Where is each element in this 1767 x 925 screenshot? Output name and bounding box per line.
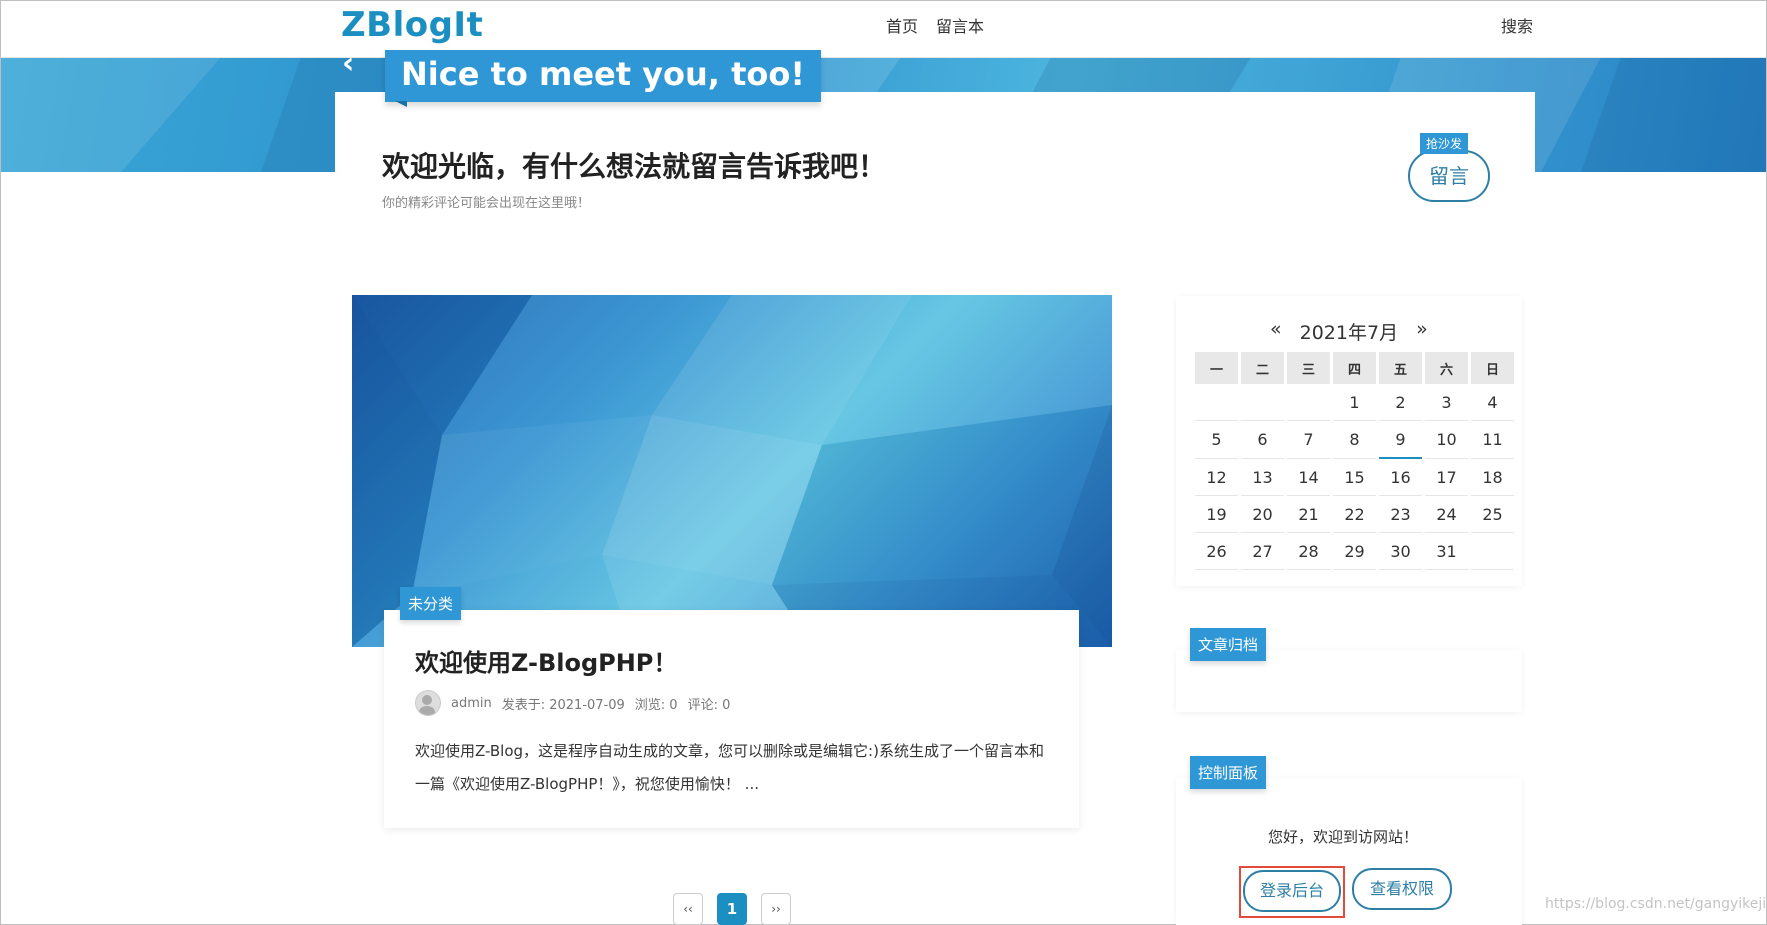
pagination: ‹‹ 1 ›› xyxy=(673,893,791,925)
author-avatar xyxy=(415,690,441,716)
site-logo[interactable]: ZBlogIt xyxy=(341,5,483,45)
post-title[interactable]: 欢迎使用Z-BlogPHP！ xyxy=(415,643,677,678)
calendar-day: 18 xyxy=(1471,459,1514,496)
calendar-prev-month[interactable]: « xyxy=(1270,318,1282,345)
archive-widget-title: 文章归档 xyxy=(1190,628,1267,661)
calendar-grid: 一 二 三 四 五 六 日 1 2 3 4 5 6 7 8 9 10 11 12… xyxy=(1192,352,1517,570)
weekday-header: 日 xyxy=(1471,352,1514,384)
calendar-day: 13 xyxy=(1241,459,1284,496)
calendar-day: 19 xyxy=(1195,496,1238,533)
calendar-day: 21 xyxy=(1287,496,1330,533)
calendar-day: 11 xyxy=(1471,421,1514,459)
calendar-day: 10 xyxy=(1425,421,1468,459)
top-navbar: ZBlogIt 首页 留言本 搜索 xyxy=(1,1,1766,58)
search-link[interactable]: 搜索 xyxy=(1501,13,1533,37)
highlight-annotation-box xyxy=(1239,866,1345,918)
calendar-day-today[interactable]: 9 xyxy=(1379,421,1422,459)
control-panel-greeting: 您好，欢迎到访网站！ xyxy=(1268,828,1419,846)
post-meta: admin 发表于: 2021-07-09 浏览: 0 评论: 0 xyxy=(415,690,730,716)
calendar-day xyxy=(1241,384,1284,421)
calendar-day: 6 xyxy=(1241,421,1284,459)
weekday-header: 三 xyxy=(1287,352,1330,384)
lowpoly-pattern xyxy=(352,295,1112,647)
calendar-day: 17 xyxy=(1425,459,1468,496)
next-page-button[interactable]: ›› xyxy=(761,893,791,925)
calendar-day: 4 xyxy=(1471,384,1514,421)
post-date: 发表于: 2021-07-09 xyxy=(501,697,625,713)
calendar-day: 7 xyxy=(1287,421,1330,459)
calendar-day xyxy=(1195,384,1238,421)
nav-guestbook-link[interactable]: 留言本 xyxy=(936,13,984,37)
back-arrow-icon[interactable]: ‹ xyxy=(342,46,354,81)
post-comments: 评论: 0 xyxy=(687,697,731,713)
comment-button[interactable]: 留言 xyxy=(1408,150,1490,202)
weekday-header: 四 xyxy=(1333,352,1376,384)
calendar-day: 26 xyxy=(1195,533,1238,570)
control-panel-widget xyxy=(1176,778,1522,925)
calendar-day: 5 xyxy=(1195,421,1238,459)
calendar-day: 23 xyxy=(1379,496,1422,533)
calendar-day: 12 xyxy=(1195,459,1238,496)
calendar-day: 31 xyxy=(1425,533,1468,570)
calendar-month-label: 2021年7月 xyxy=(1299,322,1399,344)
calendar-day: 30 xyxy=(1379,533,1422,570)
post-views: 浏览: 0 xyxy=(634,697,678,713)
tag-tail xyxy=(395,101,407,107)
watermark-text: https://blog.csdn.net/gangyikeji xyxy=(1545,896,1767,912)
banner-title-tag: Nice to meet you, too! xyxy=(385,50,821,102)
weekday-header: 六 xyxy=(1425,352,1468,384)
main-nav: 首页 留言本 xyxy=(886,13,984,37)
post-author[interactable]: admin xyxy=(451,696,492,711)
calendar-day: 24 xyxy=(1425,496,1468,533)
calendar-day: 3 xyxy=(1425,384,1468,421)
calendar-day: 25 xyxy=(1471,496,1514,533)
category-tag[interactable]: 未分类 xyxy=(400,587,462,620)
welcome-subtitle: 你的精彩评论可能会出现在这里哦！ xyxy=(382,196,591,211)
weekday-header: 二 xyxy=(1241,352,1284,384)
post-cover-image[interactable] xyxy=(352,295,1112,647)
current-page-button[interactable]: 1 xyxy=(717,893,747,925)
welcome-title: 欢迎光临，有什么想法就留言告诉我吧！ xyxy=(382,150,887,183)
calendar-day: 28 xyxy=(1287,533,1330,570)
weekday-header: 一 xyxy=(1195,352,1238,384)
calendar-day xyxy=(1471,533,1514,570)
sofa-badge: 抢沙发 xyxy=(1420,133,1469,154)
calendar-day: 8 xyxy=(1333,421,1376,459)
calendar-next-month[interactable]: » xyxy=(1416,318,1428,345)
calendar-day: 14 xyxy=(1287,459,1330,496)
calendar-day: 15 xyxy=(1333,459,1376,496)
calendar-header: « 2021年7月 » xyxy=(1270,318,1428,345)
calendar-day xyxy=(1287,384,1330,421)
post-excerpt: 欢迎使用Z-Blog，这是程序自动生成的文章，您可以删除或是编辑它:)系统生成了… xyxy=(415,742,1044,793)
calendar-day: 29 xyxy=(1333,533,1376,570)
prev-page-button[interactable]: ‹‹ xyxy=(673,893,703,925)
weekday-header: 五 xyxy=(1379,352,1422,384)
calendar-day: 1 xyxy=(1333,384,1376,421)
calendar-day: 27 xyxy=(1241,533,1284,570)
calendar-day: 16 xyxy=(1379,459,1422,496)
view-permissions-button[interactable]: 查看权限 xyxy=(1352,868,1452,910)
calendar-day: 22 xyxy=(1333,496,1376,533)
control-panel-title: 控制面板 xyxy=(1190,756,1267,789)
calendar-day: 2 xyxy=(1379,384,1422,421)
nav-home-link[interactable]: 首页 xyxy=(886,13,918,37)
calendar-day: 20 xyxy=(1241,496,1284,533)
